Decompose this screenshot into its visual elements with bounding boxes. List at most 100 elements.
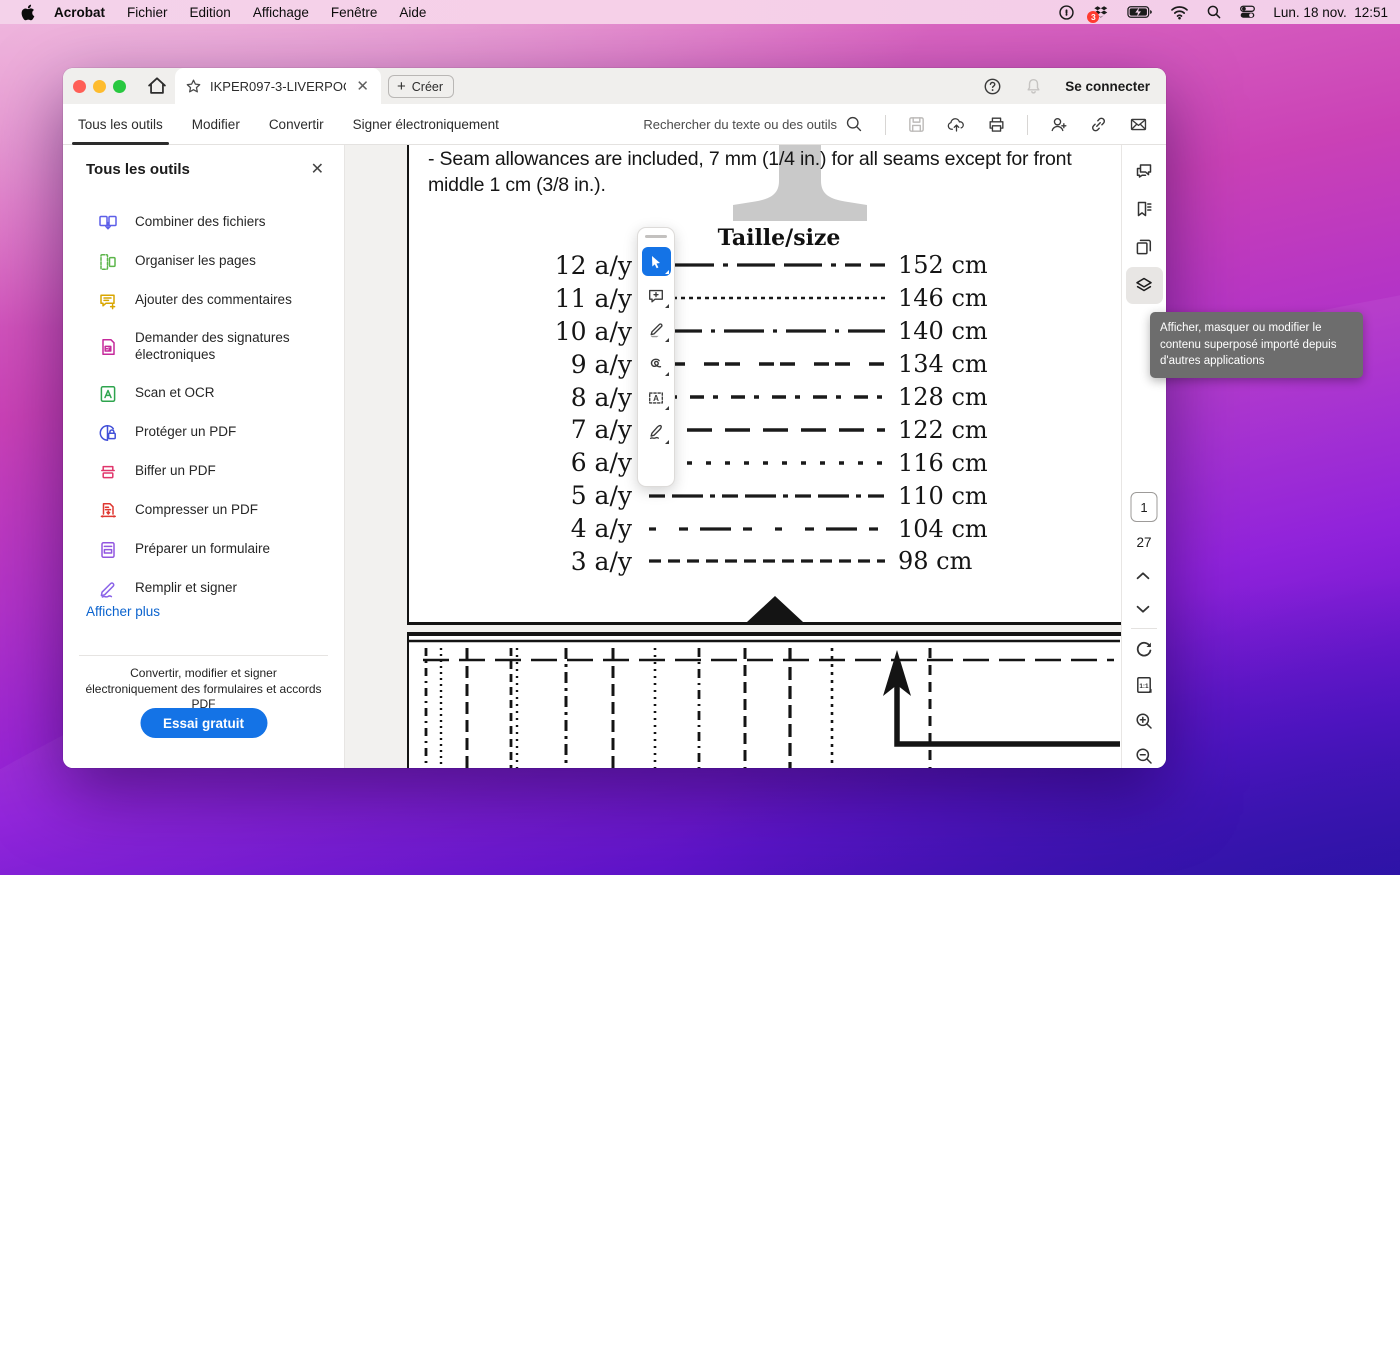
document-area: - Seam allowances are included, 7 mm (1/… xyxy=(345,145,1121,768)
size-height: 134 cm xyxy=(898,350,988,378)
favorite-star-icon[interactable] xyxy=(185,78,202,95)
tool-label: Biffer un PDF xyxy=(135,463,216,480)
size-label: 4 a/y xyxy=(409,514,632,543)
save-icon[interactable] xyxy=(907,115,926,134)
size-label: 8 a/y xyxy=(409,383,632,412)
size-chart: 12 a/y 152 cm 11 a/y 146 cm 10 a/y 140 c… xyxy=(409,249,1121,578)
add-comment-tool-button[interactable] xyxy=(642,281,671,310)
dropdown-corner xyxy=(665,372,669,376)
tool-remplir-signer[interactable]: Remplir et signer xyxy=(63,569,344,608)
size-row: 3 a/y 98 cm xyxy=(409,545,1121,578)
onepassword-icon[interactable] xyxy=(1058,4,1075,21)
tab-close-icon[interactable]: ✕ xyxy=(354,77,371,95)
zoom-in-icon[interactable] xyxy=(1134,711,1154,731)
size-chart-title: Taille/size xyxy=(409,225,1149,251)
comments-panel-icon[interactable] xyxy=(1134,161,1154,181)
bookmarks-panel-icon[interactable] xyxy=(1134,199,1154,219)
zoom-out-icon[interactable] xyxy=(1134,746,1154,766)
dropbox-icon[interactable]: 3 xyxy=(1092,4,1110,21)
size-row: 8 a/y 128 cm xyxy=(409,381,1121,414)
sign-in-button[interactable]: Se connecter xyxy=(1065,79,1150,94)
cloud-upload-icon[interactable] xyxy=(947,115,966,134)
tool-label: Demander des signatures électroniques xyxy=(135,330,295,364)
redact-pdf-icon xyxy=(98,462,118,482)
rotate-page-icon[interactable] xyxy=(1134,639,1154,659)
size-line-pattern xyxy=(647,260,887,270)
menu-affichage[interactable]: Affichage xyxy=(242,5,320,20)
help-icon[interactable] xyxy=(983,77,1002,96)
menu-fenetre[interactable]: Fenêtre xyxy=(320,5,389,20)
size-line-pattern xyxy=(647,293,887,303)
battery-icon[interactable] xyxy=(1127,5,1153,19)
tool-label: Organiser les pages xyxy=(135,253,256,270)
size-line-pattern xyxy=(647,458,887,468)
draw-tool-button[interactable] xyxy=(642,349,671,378)
print-icon[interactable] xyxy=(987,115,1006,134)
add-person-icon[interactable] xyxy=(1049,115,1068,134)
menu-app-name[interactable]: Acrobat xyxy=(43,5,116,20)
pdf-page-2[interactable] xyxy=(407,632,1121,768)
quick-tools-toolbar[interactable]: A xyxy=(637,227,675,487)
home-icon[interactable] xyxy=(146,75,168,97)
panel-close-icon[interactable]: ✕ xyxy=(311,159,324,179)
tool-demander-signatures[interactable]: Demander des signatures électroniques xyxy=(63,320,344,374)
spotlight-search-icon[interactable] xyxy=(1206,4,1222,20)
tool-proteger-pdf[interactable]: Protéger un PDF xyxy=(63,413,344,452)
pages-panel-icon[interactable] xyxy=(1134,237,1154,257)
previous-page-chevron-icon[interactable] xyxy=(1134,569,1154,589)
size-height: 110 cm xyxy=(898,482,988,510)
highlighter-tool-button[interactable] xyxy=(642,315,671,344)
tool-compresser-pdf[interactable]: Compresser un PDF xyxy=(63,491,344,530)
free-trial-button[interactable]: Essai gratuit xyxy=(140,708,267,738)
tool-combiner-fichiers[interactable]: Combiner des fichiers xyxy=(63,203,344,242)
size-height: 128 cm xyxy=(898,383,988,411)
tab-modifier[interactable]: Modifier xyxy=(192,104,240,145)
share-link-icon[interactable] xyxy=(1089,115,1108,134)
search-placeholder: Rechercher du texte ou des outils xyxy=(643,117,837,132)
show-more-link[interactable]: Afficher plus xyxy=(86,604,160,619)
tool-biffer-pdf[interactable]: Biffer un PDF xyxy=(63,452,344,491)
menu-edition[interactable]: Edition xyxy=(179,5,242,20)
menu-aide[interactable]: Aide xyxy=(388,5,437,20)
search-input[interactable]: Rechercher du texte ou des outils xyxy=(643,115,864,134)
next-page-chevron-icon[interactable] xyxy=(1134,602,1154,622)
size-height: 152 cm xyxy=(898,251,988,279)
layers-panel-icon[interactable] xyxy=(1134,275,1154,295)
document-tab[interactable]: IKPER097-3-LIVERPOO... ✕ xyxy=(175,68,381,104)
add-text-tool-button[interactable]: A xyxy=(642,383,671,412)
current-page-input[interactable]: 1 xyxy=(1131,492,1158,522)
close-window-button[interactable] xyxy=(73,80,86,93)
sign-tool-button[interactable] xyxy=(642,417,671,446)
size-label: 11 a/y xyxy=(409,284,632,313)
tab-signer[interactable]: Signer électroniquement xyxy=(353,104,499,145)
create-button[interactable]: + Créer xyxy=(388,75,454,98)
tool-preparer-formulaire[interactable]: Préparer un formulaire xyxy=(63,530,344,569)
dropdown-corner xyxy=(665,406,669,410)
tool-scan-ocr[interactable]: Scan et OCR xyxy=(63,374,344,413)
size-line-pattern xyxy=(647,359,887,369)
notifications-bell-icon[interactable] xyxy=(1024,77,1043,96)
menu-fichier[interactable]: Fichier xyxy=(116,5,179,20)
tool-ajouter-commentaires[interactable]: Ajouter des commentaires xyxy=(63,281,344,320)
tab-convertir[interactable]: Convertir xyxy=(269,104,324,145)
minimize-window-button[interactable] xyxy=(93,80,106,93)
tab-tous-les-outils[interactable]: Tous les outils xyxy=(78,104,163,145)
apple-menu-icon[interactable] xyxy=(0,4,43,21)
tool-label: Compresser un PDF xyxy=(135,502,258,519)
wifi-icon[interactable] xyxy=(1170,5,1189,20)
select-tool-button[interactable] xyxy=(642,247,671,276)
size-label: 6 a/y xyxy=(409,448,632,477)
email-icon[interactable] xyxy=(1129,115,1148,134)
actual-size-icon[interactable]: 1:1 xyxy=(1134,675,1154,695)
control-center-icon[interactable] xyxy=(1239,4,1256,20)
pdf-page-1[interactable]: - Seam allowances are included, 7 mm (1/… xyxy=(407,145,1121,625)
promo-text: Convertir, modifier et signer électroniq… xyxy=(83,666,324,713)
toolbar-drag-handle[interactable] xyxy=(645,235,667,238)
menu-clock[interactable]: Lun. 18 nov. 12:51 xyxy=(1273,5,1388,20)
zoom-window-button[interactable] xyxy=(113,80,126,93)
tool-organiser-pages[interactable]: Organiser les pages xyxy=(63,242,344,281)
add-comment-icon xyxy=(98,291,118,311)
size-height: 146 cm xyxy=(898,284,988,312)
dropdown-corner xyxy=(665,304,669,308)
window-titlebar: IKPER097-3-LIVERPOO... ✕ + Créer Se conn… xyxy=(63,68,1166,104)
